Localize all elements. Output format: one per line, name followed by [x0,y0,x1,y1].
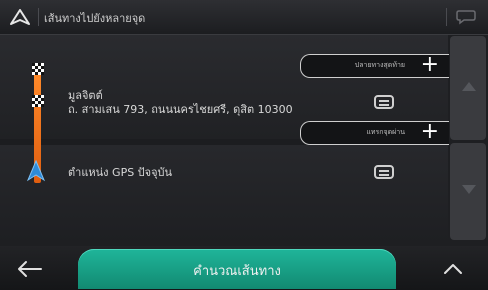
checkered-flag-icon [32,95,44,107]
current-location-label: ตำแหน่ง GPS ปัจจุบัน [68,166,173,179]
add-destination-label: ปลายทางสุดท้าย [354,61,405,69]
current-location-details-icon[interactable] [374,165,394,179]
destination-address: ถ. สามเสน 793, ถนนนครไชยศรี, ดุสิต 10300 [68,103,293,116]
page-title: เส้นทางไปยังหลายจุด [44,12,146,25]
calculate-route-button[interactable]: คำนวณเส้นทาง [78,249,396,289]
add-destination-button[interactable]: ปลายทางสุดท้าย + [300,52,449,78]
divider [38,8,39,26]
divider [446,8,447,26]
plus-icon: + [420,52,439,77]
triangle-down-icon [462,185,476,194]
gps-arrow-icon [26,160,46,182]
plus-icon: + [420,119,439,144]
scroll-up-button[interactable] [450,36,486,140]
route-list: ปลายทางสุดท้าย + มูลจิตต์ ถ. สามเสน 793,… [0,35,449,243]
speech-bubble-icon[interactable] [456,9,476,25]
back-arrow-icon[interactable] [14,258,44,280]
navigation-arrow-icon[interactable] [8,7,32,27]
chevron-up-icon[interactable] [442,262,464,276]
checkered-flag-icon [32,63,44,75]
triangle-up-icon [462,82,476,91]
top-bar: เส้นทางไปยังหลายจุด [0,0,488,35]
destination-details-icon[interactable] [374,95,394,109]
current-location-row[interactable] [0,145,448,243]
scroll-down-button[interactable] [450,143,486,240]
bottom-bar: คำนวณเส้นทาง [0,246,488,290]
add-waypoint-button[interactable]: แทรกจุดผ่าน + [300,119,449,145]
add-waypoint-label: แทรกจุดผ่าน [366,128,405,136]
calculate-route-label: คำนวณเส้นทาง [193,264,281,279]
